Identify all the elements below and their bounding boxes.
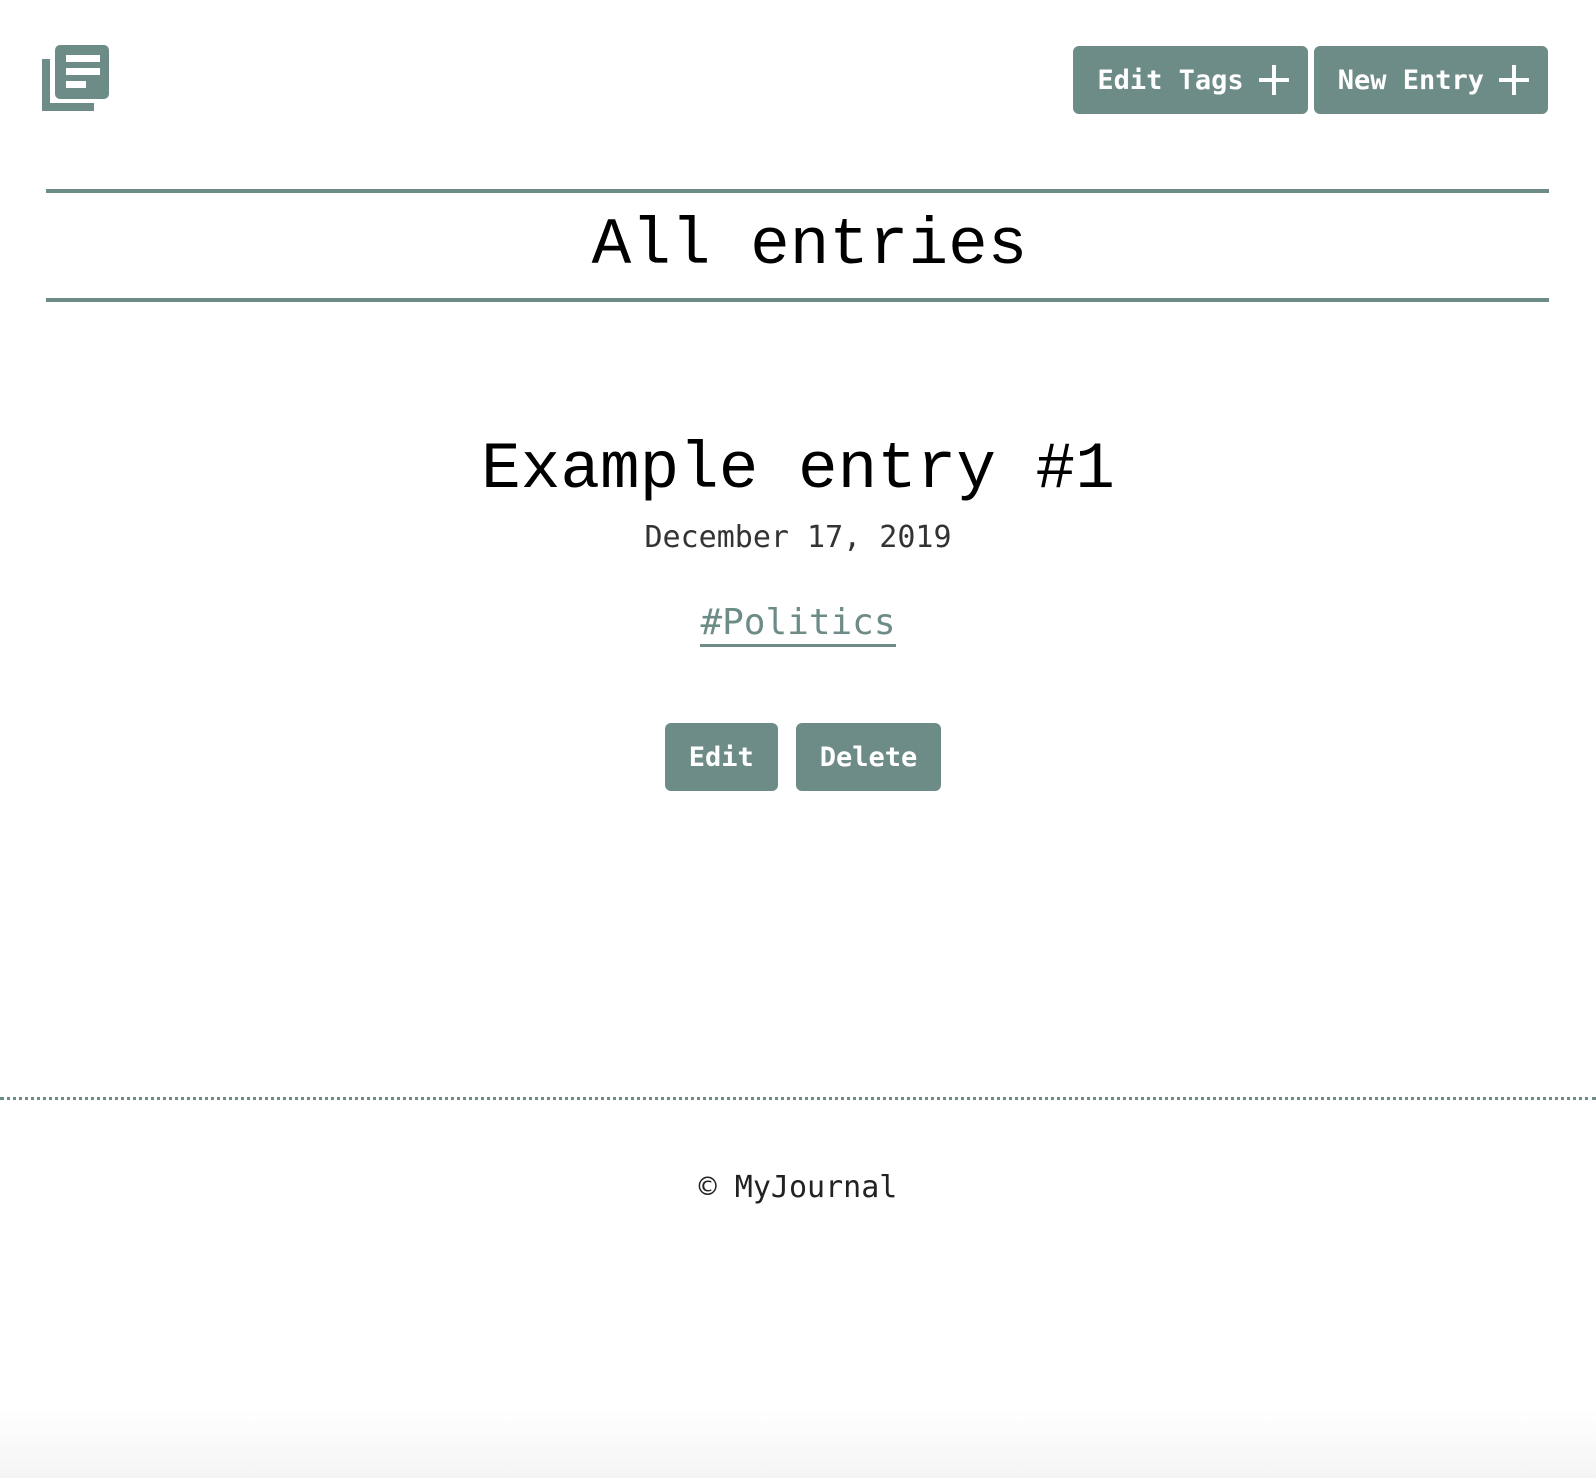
entry-title: Example entry #1 <box>481 432 1115 507</box>
edit-entry-button[interactable]: Edit <box>664 723 778 791</box>
header-actions: Edit Tags New Entry <box>1073 46 1548 114</box>
edit-tags-button[interactable]: Edit Tags <box>1073 46 1308 114</box>
entry-actions: Edit Delete <box>0 723 1596 791</box>
page: Edit Tags New Entry All entries Example … <box>0 0 1596 1478</box>
edit-tags-label: Edit Tags <box>1097 64 1244 96</box>
entry-tag-link[interactable]: #Politics <box>700 602 896 647</box>
journal-stack-icon[interactable] <box>42 45 110 113</box>
plus-icon <box>1258 64 1290 96</box>
new-entry-label: New Entry <box>1337 64 1484 96</box>
page-title: All entries <box>591 207 1028 283</box>
delete-entry-button[interactable]: Delete <box>795 723 942 791</box>
footer-divider <box>0 1097 1596 1100</box>
new-entry-button[interactable]: New Entry <box>1313 46 1548 114</box>
entry-card: Example entry #1 December 17, 2019 #Poli… <box>0 430 1596 791</box>
entry-date: December 17, 2019 <box>644 520 952 555</box>
footer-copyright: © MyJournal <box>698 1170 898 1205</box>
page-title-band: All entries <box>46 189 1549 302</box>
plus-icon <box>1498 64 1530 96</box>
